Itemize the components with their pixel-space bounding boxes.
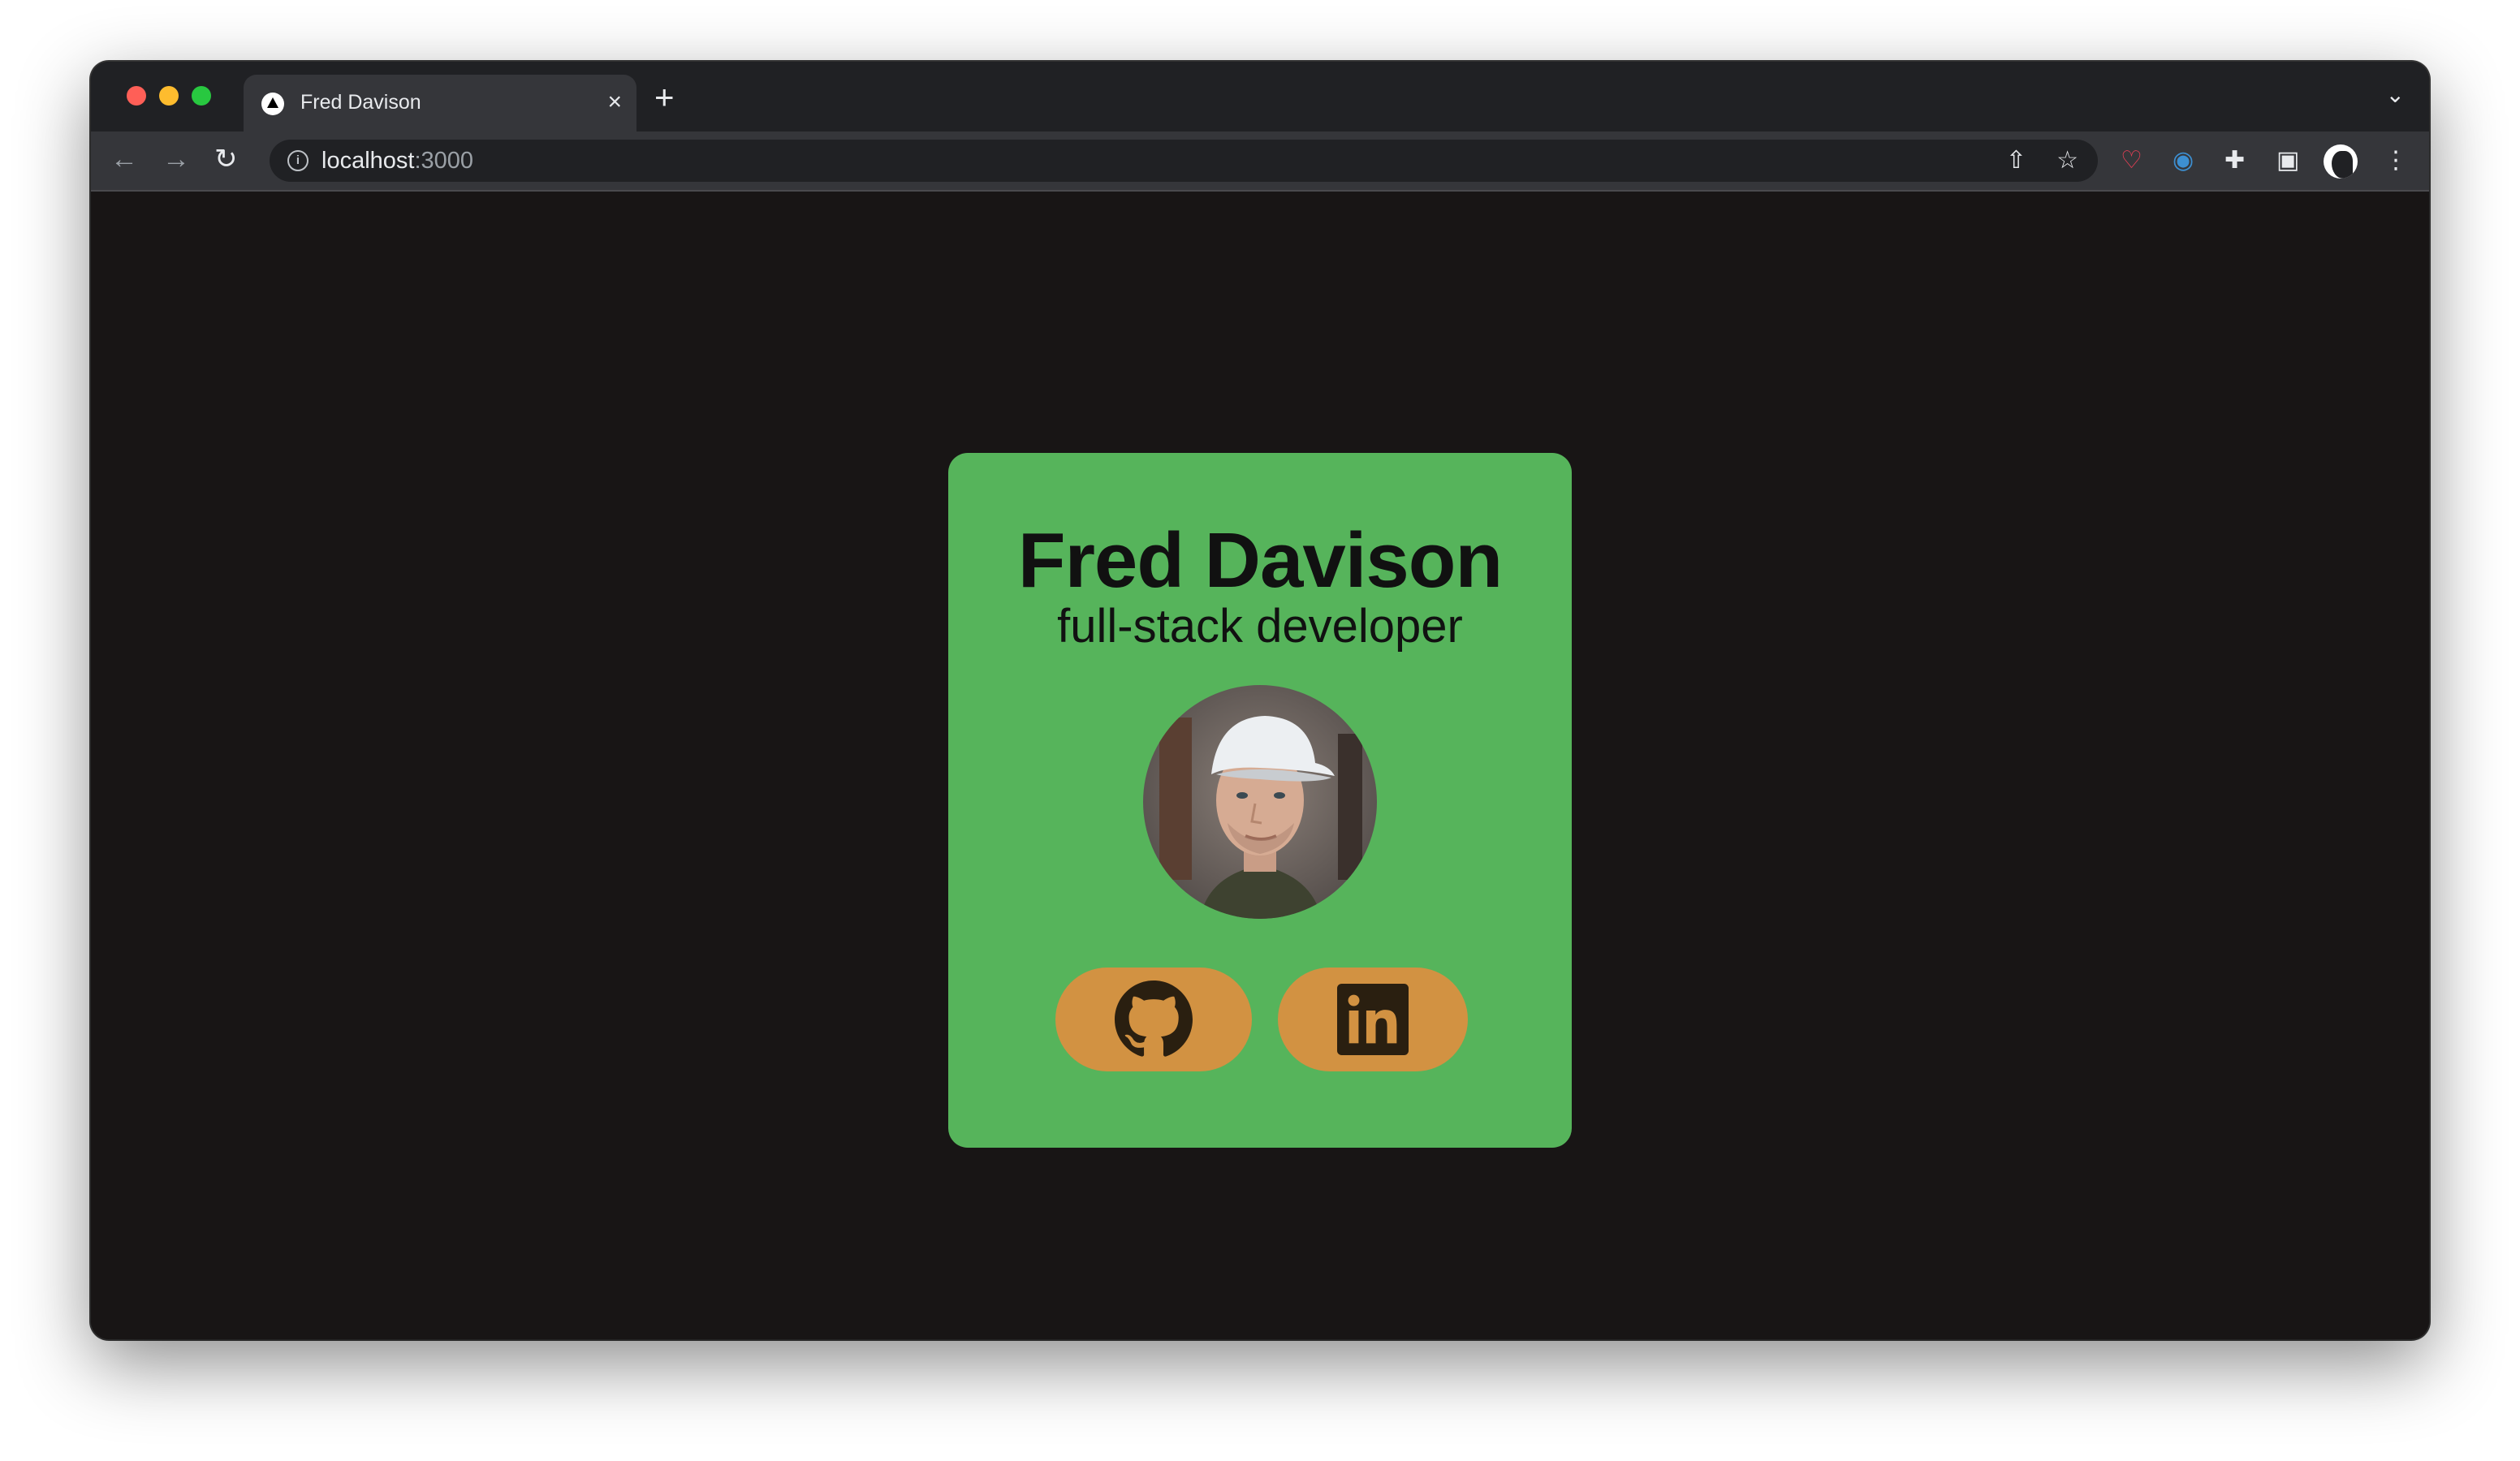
url-port: :3000 bbox=[414, 148, 474, 174]
star-icon[interactable]: ☆ bbox=[2056, 146, 2078, 175]
portrait-image bbox=[1143, 685, 1377, 919]
github-icon bbox=[1115, 980, 1193, 1057]
profile-photo bbox=[1143, 685, 1377, 919]
page-viewport: Fred Davison full-stack developer bbox=[91, 192, 2429, 1339]
minimize-window-button[interactable] bbox=[159, 86, 179, 106]
kebab-menu-icon[interactable]: ⋮ bbox=[2384, 146, 2408, 175]
profile-card: Fred Davison full-stack developer bbox=[948, 453, 1572, 1148]
profile-name: Fred Davison bbox=[1017, 517, 1503, 604]
circle-extension-icon[interactable]: ◉ bbox=[2173, 146, 2194, 175]
linkedin-icon bbox=[1337, 984, 1409, 1055]
reload-icon[interactable]: ↻ bbox=[214, 143, 238, 175]
share-icon[interactable]: ⇧ bbox=[2006, 146, 2026, 175]
browser-toolbar: ← → ↻ i localhost:3000 ⇧ ☆ ♡ ◉ ✚ ▣ ⋮ bbox=[91, 131, 2429, 192]
arrow-left-icon[interactable]: ← bbox=[110, 143, 138, 175]
puzzle-icon[interactable]: ✚ bbox=[2224, 146, 2245, 175]
zoom-window-button[interactable] bbox=[192, 86, 211, 106]
profile-role: full-stack developer bbox=[1057, 600, 1463, 653]
info-icon[interactable]: i bbox=[287, 150, 309, 171]
tab-search-chevron-icon[interactable]: ⌄ bbox=[2386, 81, 2405, 108]
favicon-icon bbox=[261, 93, 284, 115]
github-button[interactable] bbox=[1055, 968, 1252, 1071]
side-panel-icon[interactable]: ▣ bbox=[2276, 146, 2299, 175]
tab-close-icon[interactable]: × bbox=[607, 88, 622, 117]
url-text[interactable]: localhost:3000 bbox=[321, 148, 473, 175]
address-bar[interactable]: i localhost:3000 ⇧ ☆ bbox=[270, 140, 2098, 182]
profile-avatar[interactable] bbox=[2324, 144, 2358, 179]
new-tab-button[interactable]: + bbox=[654, 80, 675, 114]
pocket-icon[interactable]: ♡ bbox=[2121, 146, 2142, 175]
browser-tab[interactable]: Fred Davison × bbox=[244, 75, 636, 131]
browser-window: Fred Davison × + ⌄ ← → ↻ i localhost:300… bbox=[91, 62, 2429, 1339]
tab-bar: Fred Davison × + ⌄ bbox=[91, 62, 2429, 131]
arrow-right-icon[interactable]: → bbox=[162, 143, 190, 175]
close-window-button[interactable] bbox=[127, 86, 146, 106]
linkedin-button[interactable] bbox=[1278, 968, 1468, 1071]
url-host: localhost bbox=[321, 148, 415, 174]
tab-title: Fred Davison bbox=[300, 91, 421, 114]
